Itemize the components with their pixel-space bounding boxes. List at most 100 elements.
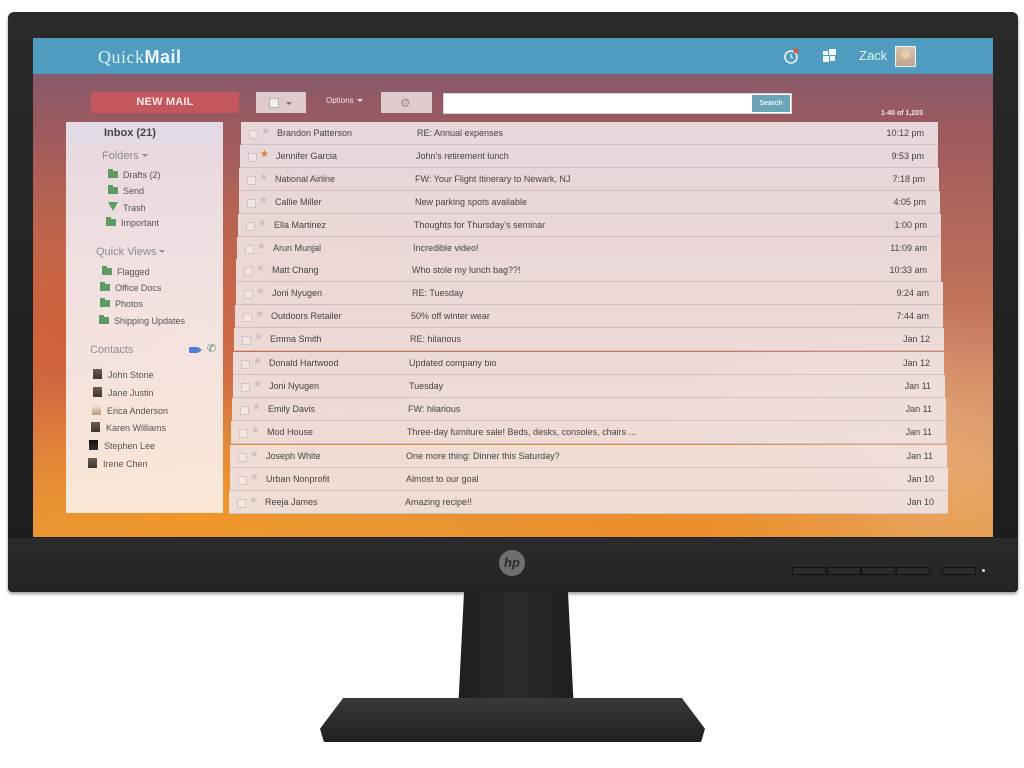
video-call-icon[interactable] bbox=[189, 347, 202, 353]
email-row[interactable]: ★ Arun Munjal Incredible video! 11:09 am bbox=[237, 236, 941, 260]
monitor-menu-button[interactable] bbox=[792, 567, 826, 575]
email-time: 7:18 pm bbox=[892, 173, 925, 184]
email-checkbox[interactable] bbox=[243, 313, 252, 323]
email-checkbox[interactable] bbox=[238, 452, 247, 462]
sidebar-item-inbox[interactable]: Inbox (21) bbox=[66, 122, 223, 143]
email-checkbox[interactable] bbox=[241, 359, 250, 369]
star-icon[interactable]: ★ bbox=[254, 332, 263, 343]
email-checkbox[interactable] bbox=[237, 499, 246, 509]
monitor-power-button[interactable] bbox=[942, 567, 976, 575]
email-row[interactable]: ★ Joni Nyugen Tuesday Jan 11 bbox=[233, 374, 945, 398]
user-name[interactable]: Zack bbox=[859, 48, 887, 63]
email-row[interactable]: ★ Ella Martinez Thoughts for Thursday's se… bbox=[238, 213, 941, 237]
email-row[interactable]: ★ Joni Nyugen RE: Tuesday 9:24 am bbox=[236, 282, 943, 306]
email-row[interactable]: ★ Joseph White One more thing: Dinner this… bbox=[230, 444, 947, 468]
user-avatar[interactable] bbox=[895, 46, 916, 67]
email-checkbox[interactable] bbox=[248, 152, 257, 162]
options-menu[interactable]: Options bbox=[326, 96, 363, 105]
email-checkbox[interactable] bbox=[247, 198, 256, 208]
search-button[interactable]: Search bbox=[752, 95, 790, 112]
email-row[interactable]: ★ Urban Nonprofit Almost to our goal Jan 10 bbox=[230, 467, 948, 491]
star-icon[interactable]: ★ bbox=[250, 472, 259, 483]
email-sender: Brandon Patterson bbox=[277, 128, 353, 138]
email-row[interactable]: ★ Reeja James Amazing recipe!! Jan 10 bbox=[229, 491, 948, 515]
new-mail-button[interactable]: NEW MAIL bbox=[91, 92, 239, 113]
email-checkbox[interactable] bbox=[246, 221, 255, 231]
contact-item[interactable]: Karen Williams bbox=[91, 421, 166, 433]
email-subject: New parking spots available bbox=[415, 196, 528, 207]
email-checkbox[interactable] bbox=[244, 290, 253, 300]
star-icon[interactable]: ★ bbox=[249, 495, 258, 506]
star-icon[interactable]: ★ bbox=[253, 379, 262, 390]
email-checkbox[interactable] bbox=[244, 267, 253, 277]
email-checkbox[interactable] bbox=[239, 429, 248, 439]
star-icon[interactable]: ★ bbox=[253, 356, 262, 367]
monitor-plus-button[interactable] bbox=[861, 567, 895, 575]
star-icon[interactable]: ★ bbox=[257, 241, 266, 252]
app-header: QuickMail Zack bbox=[33, 38, 993, 74]
email-subject: John's retirement lunch bbox=[416, 150, 509, 161]
email-row[interactable]: ★ Donald Hartwood Updated company bio Jan 1… bbox=[233, 351, 944, 375]
email-row[interactable]: ★ Callie Miller New parking spots availabl… bbox=[239, 190, 940, 214]
star-icon[interactable]: ★ bbox=[256, 286, 265, 297]
star-icon[interactable]: ★ bbox=[260, 149, 269, 160]
star-icon[interactable]: ★ bbox=[258, 218, 267, 229]
monitor-input-button[interactable] bbox=[896, 567, 930, 575]
sidebar-item-important[interactable]: Important bbox=[106, 217, 159, 228]
notifications-clock-icon[interactable] bbox=[783, 47, 801, 65]
contact-item[interactable]: Erica Anderson bbox=[92, 404, 168, 416]
search-input[interactable] bbox=[444, 95, 752, 113]
sidebar-item-drafts[interactable]: Drafts (2) bbox=[108, 169, 161, 180]
contact-name: Stephen Lee bbox=[104, 441, 156, 451]
monitor-minus-button[interactable] bbox=[827, 567, 861, 575]
email-row[interactable]: ★ National Airline FW: Your Flight Itinera… bbox=[239, 167, 939, 191]
star-icon[interactable]: ★ bbox=[252, 402, 261, 413]
email-row[interactable]: ★ Jennifer Garcia John's retirement lunch 9… bbox=[240, 144, 938, 168]
email-checkbox[interactable] bbox=[247, 175, 256, 185]
sidebar-item-shipping-updates[interactable]: Shipping Updates bbox=[99, 315, 185, 326]
email-row[interactable]: ★ Emma Smith RE: hilarious Jan 12 bbox=[234, 328, 944, 352]
email-row[interactable]: ★ Brandon Patterson RE: Annual expenses 10:… bbox=[241, 122, 938, 145]
apps-grid-icon[interactable] bbox=[821, 47, 839, 65]
select-all-dropdown[interactable] bbox=[256, 92, 306, 113]
monitor-stand-neck bbox=[458, 592, 574, 712]
star-icon[interactable]: ★ bbox=[261, 126, 270, 137]
email-time: 10:33 am bbox=[889, 265, 927, 276]
contact-item[interactable]: Jane Justin bbox=[93, 386, 154, 398]
email-checkbox[interactable] bbox=[242, 336, 251, 346]
quick-views-header[interactable]: Quick Views bbox=[96, 246, 166, 258]
hp-logo: hp bbox=[499, 550, 525, 576]
star-icon[interactable]: ★ bbox=[256, 263, 265, 274]
contact-item[interactable]: Stephen Lee bbox=[89, 439, 155, 451]
sidebar: Inbox (21) Folders Drafts (2) Send Trash… bbox=[66, 122, 223, 513]
star-icon[interactable]: ★ bbox=[251, 425, 260, 436]
email-subject: One more thing: Dinner this Saturday? bbox=[406, 450, 560, 461]
star-icon[interactable]: ★ bbox=[250, 449, 259, 460]
folders-header[interactable]: Folders bbox=[102, 150, 148, 162]
sidebar-item-send[interactable]: Send bbox=[108, 185, 144, 196]
email-checkbox[interactable] bbox=[249, 130, 258, 139]
email-row[interactable]: ★ Outdoors Retailer 50% off winter wear 7:4… bbox=[235, 305, 943, 329]
email-subject: Who stole my lunch bag??! bbox=[412, 265, 521, 276]
email-row[interactable]: ★ Mod House Three-day furniture sale! Beds… bbox=[231, 421, 946, 445]
email-row[interactable]: ★ Matt Chang Who stole my lunch bag??! 10:3… bbox=[236, 259, 941, 283]
sidebar-item-trash[interactable]: Trash bbox=[108, 202, 146, 213]
sidebar-item-flagged[interactable]: Flagged bbox=[102, 266, 150, 277]
sidebar-item-office-docs[interactable]: Office Docs bbox=[100, 282, 161, 293]
contact-item[interactable]: John Stone bbox=[93, 368, 154, 380]
email-row[interactable]: ★ Emily Davis FW: hilarious Jan 11 bbox=[232, 398, 946, 422]
email-checkbox[interactable] bbox=[240, 406, 249, 416]
select-all-checkbox[interactable] bbox=[269, 98, 279, 108]
monitor-stand-base bbox=[320, 698, 705, 742]
quick-view-label: Flagged bbox=[117, 267, 150, 277]
email-checkbox[interactable] bbox=[245, 244, 254, 254]
star-icon[interactable]: ★ bbox=[259, 172, 268, 183]
email-checkbox[interactable] bbox=[241, 382, 250, 392]
phone-icon[interactable]: ✆ bbox=[207, 342, 216, 355]
star-icon[interactable]: ★ bbox=[255, 309, 264, 320]
email-checkbox[interactable] bbox=[238, 475, 247, 485]
star-icon[interactable]: ★ bbox=[259, 195, 268, 206]
settings-button[interactable]: ⚙ bbox=[381, 92, 432, 113]
sidebar-item-photos[interactable]: Photos bbox=[100, 298, 143, 309]
contact-item[interactable]: Irene Chen bbox=[88, 457, 148, 469]
